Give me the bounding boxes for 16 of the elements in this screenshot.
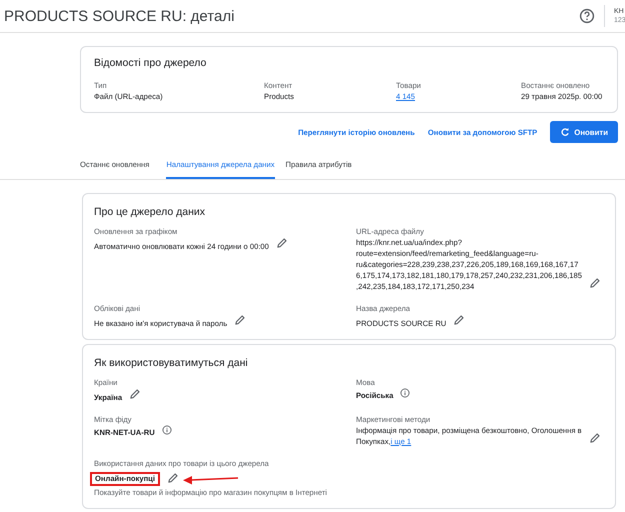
card-title: Про це джерело даних: [94, 206, 206, 218]
card-title: Відомості про джерело: [94, 57, 208, 69]
edit-icon[interactable]: [589, 277, 601, 289]
help-icon[interactable]: [579, 8, 595, 24]
edit-icon[interactable]: [276, 237, 288, 249]
annotation-arrow: [182, 475, 239, 485]
edit-icon[interactable]: [234, 314, 246, 326]
edit-icon[interactable]: [166, 472, 179, 484]
edit-icon[interactable]: [589, 432, 601, 444]
info-icon[interactable]: [400, 388, 410, 398]
edit-icon[interactable]: [129, 388, 142, 400]
info-icon[interactable]: [162, 425, 172, 435]
page-title: PRODUCTS SOURCE RU: деталі: [4, 8, 234, 24]
refresh-icon: [560, 127, 570, 137]
edit-icon[interactable]: [453, 314, 466, 326]
card-title: Як використовуватимуться дані: [94, 357, 249, 369]
